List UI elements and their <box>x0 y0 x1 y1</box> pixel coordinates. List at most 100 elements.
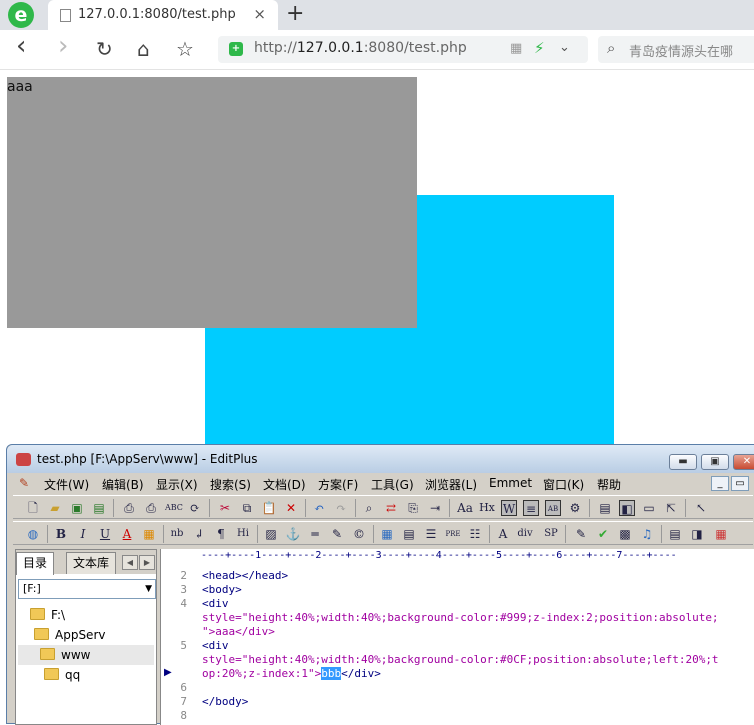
table-icon[interactable]: ▦ <box>379 526 395 542</box>
image-icon[interactable]: ▨ <box>263 526 279 542</box>
reload-icon[interactable]: ↻ <box>96 37 113 61</box>
back-icon[interactable]: ‹ <box>16 31 26 61</box>
delete-icon[interactable]: ✕ <box>283 500 299 516</box>
home-icon[interactable]: ⌂ <box>137 37 150 61</box>
music-note-icon[interactable]: ♫ <box>639 526 655 542</box>
external-link-icon[interactable]: ⇱ <box>663 500 679 516</box>
tree-item-selected[interactable]: www <box>18 645 154 665</box>
paste-icon[interactable]: 📋 <box>261 500 277 516</box>
color-palette-icon[interactable]: ▦ <box>141 526 157 542</box>
output-window-icon[interactable]: ▭ <box>641 500 657 516</box>
nbsp-icon[interactable]: nb <box>169 526 185 542</box>
directory-window-icon[interactable]: ◧ <box>619 500 635 516</box>
center-align-icon[interactable]: ☰ <box>423 526 439 542</box>
save-all-icon[interactable]: ▤ <box>91 500 107 516</box>
font-icon[interactable]: Aa <box>457 500 473 516</box>
url-input[interactable]: + http://127.0.0.1:8080/test.php ▦ ⚡ ⌄ <box>218 36 588 63</box>
bold-icon[interactable]: B <box>53 526 69 542</box>
print-icon[interactable]: ⎙ <box>143 500 159 516</box>
menu-view[interactable]: 显示(X) <box>156 476 198 493</box>
menu-browser[interactable]: 浏览器(L) <box>425 476 477 493</box>
menu-edit[interactable]: 编辑(B) <box>102 476 144 493</box>
tree-item[interactable]: AppServ <box>34 625 105 645</box>
chevron-down-icon[interactable]: ⌄ <box>559 40 570 55</box>
minimize-button[interactable]: ▬ <box>669 454 697 470</box>
menu-project[interactable]: 方案(F) <box>318 476 358 493</box>
drive-select[interactable]: [F:] ▼ <box>18 579 156 599</box>
settings-gear-icon[interactable]: ⚙ <box>567 500 583 516</box>
help-pointer-icon[interactable]: ↖ <box>693 500 709 516</box>
close-button[interactable]: ✕ <box>733 454 754 470</box>
template-icon[interactable]: ▤ <box>667 526 683 542</box>
new-tab-icon[interactable]: + <box>286 1 304 26</box>
list-icon[interactable]: ☷ <box>467 526 483 542</box>
tab-cliptext[interactable]: 文本库 <box>66 552 117 574</box>
edit-icon[interactable]: ✎ <box>573 526 589 542</box>
hex-view-icon[interactable]: Hx <box>479 500 495 516</box>
menu-help[interactable]: 帮助 <box>597 476 621 493</box>
replace-icon[interactable]: ⇄ <box>383 500 399 516</box>
print-preview-icon[interactable]: ⎙ <box>121 500 137 516</box>
new-file-icon[interactable]: 🗋 <box>25 500 41 516</box>
find-icon[interactable]: ⌕ <box>361 500 377 516</box>
menu-window[interactable]: 窗口(K) <box>543 476 584 493</box>
underline-icon[interactable]: U <box>97 526 113 542</box>
tab-directory[interactable]: 目录 <box>16 552 55 575</box>
spell-check-icon[interactable]: ABC <box>165 500 183 516</box>
validate-check-icon[interactable]: ✔ <box>595 526 611 542</box>
lightning-icon[interactable]: ⚡ <box>534 39 545 57</box>
tab-scroll-left-icon[interactable]: ◀ <box>122 555 138 570</box>
tree-item[interactable]: F:\ <box>30 605 65 625</box>
cut-icon[interactable]: ✂ <box>217 500 233 516</box>
menu-file[interactable]: 文件(W) <box>44 476 89 493</box>
code-editor[interactable]: ----+----1----+----2----+----3----+----4… <box>160 549 754 725</box>
mdi-minimize-button[interactable]: _ <box>711 476 729 491</box>
span-tag-icon[interactable]: SP <box>543 526 559 542</box>
column-mode-icon[interactable]: ≡ <box>523 500 539 516</box>
highlight-icon[interactable]: ✎ <box>329 526 345 542</box>
copyright-icon[interactable]: © <box>351 526 367 542</box>
menu-tools[interactable]: 工具(G) <box>371 476 414 493</box>
menu-document[interactable]: 文档(D) <box>263 476 306 493</box>
horizontal-rule-icon[interactable]: ═ <box>307 526 323 542</box>
film-icon[interactable]: ▩ <box>617 526 633 542</box>
browser-logo-icon[interactable]: e <box>8 2 34 28</box>
maximize-button[interactable]: ▣ <box>701 454 729 470</box>
paragraph-icon[interactable]: ¶ <box>213 526 229 542</box>
heading-icon[interactable]: Hi <box>235 526 251 542</box>
div-tag-icon[interactable]: div <box>517 526 533 542</box>
globe-icon[interactable]: ◍ <box>25 526 41 542</box>
goto-line-icon[interactable]: ⇥ <box>427 500 443 516</box>
word-wrap-icon[interactable]: W <box>501 500 517 516</box>
forward-icon[interactable]: › <box>58 31 68 61</box>
document-list-icon[interactable]: ▤ <box>597 500 613 516</box>
search-input[interactable]: ⌕ 青岛疫情源头在哪 <box>598 36 754 63</box>
undo-icon[interactable]: ↶ <box>311 500 327 516</box>
italic-icon[interactable]: I <box>75 526 91 542</box>
editplus-titlebar[interactable]: test.php [F:\AppServ\www] - EditPlus ▬ ▣… <box>7 445 754 473</box>
mdi-restore-button[interactable]: ▭ <box>731 476 749 491</box>
line-break-icon[interactable]: ↲ <box>191 526 207 542</box>
layout-icon[interactable]: ◨ <box>689 526 705 542</box>
anchor-icon[interactable]: ⚓ <box>285 526 301 542</box>
qr-code-icon[interactable]: ▦ <box>510 41 522 56</box>
open-folder-icon[interactable]: ▰ <box>47 500 63 516</box>
tab-scroll-right-icon[interactable]: ▶ <box>139 555 155 570</box>
close-tab-icon[interactable]: × <box>253 5 266 23</box>
tree-item[interactable]: qq <box>44 665 80 685</box>
menu-search[interactable]: 搜索(S) <box>210 476 251 493</box>
copy-icon[interactable]: ⧉ <box>239 500 255 516</box>
bookmark-star-icon[interactable]: ☆ <box>176 37 194 61</box>
save-icon[interactable]: ▣ <box>69 500 85 516</box>
abc-toggle-icon[interactable]: AB <box>545 500 561 516</box>
browser-preview-icon[interactable]: ⟳ <box>187 500 203 516</box>
color-chart-icon[interactable]: ▦ <box>713 526 729 542</box>
pre-tag-icon[interactable]: PRE <box>445 526 461 542</box>
form-icon[interactable]: ▤ <box>401 526 417 542</box>
style-icon[interactable]: A <box>495 526 511 542</box>
browser-tab[interactable]: 127.0.0.1:8080/test.php × <box>48 0 278 30</box>
menu-emmet[interactable]: Emmet <box>489 476 532 490</box>
font-color-icon[interactable]: A <box>119 526 135 542</box>
find-in-files-icon[interactable]: ⎘ <box>405 500 421 516</box>
redo-icon[interactable]: ↷ <box>333 500 349 516</box>
